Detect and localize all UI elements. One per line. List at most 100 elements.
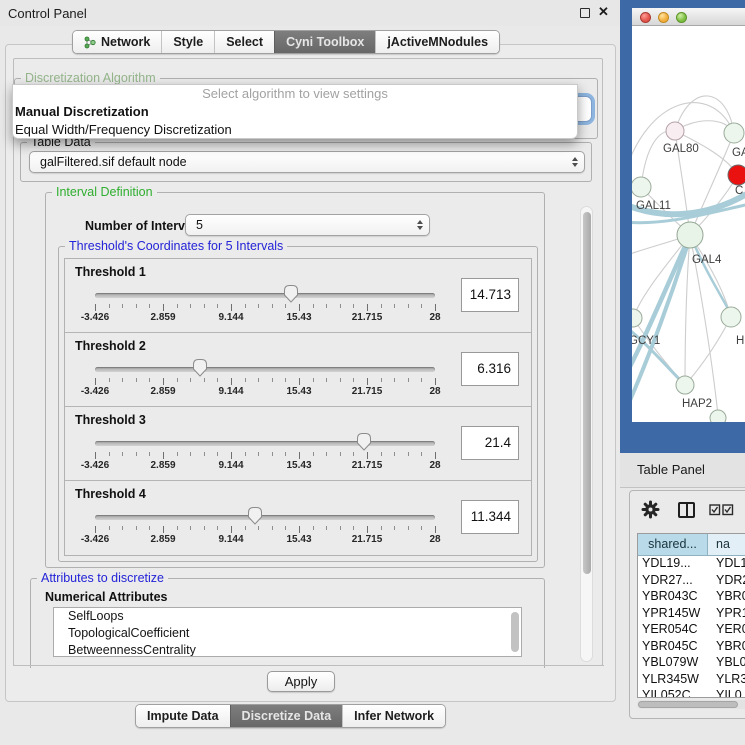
slider-tick	[313, 304, 314, 308]
slider-tick	[163, 526, 164, 533]
network-node[interactable]	[666, 122, 684, 140]
table-row[interactable]: YDR27...YDR2	[638, 573, 745, 590]
table-row[interactable]: YBR045CYBR0	[638, 639, 745, 656]
slider-tick	[204, 452, 205, 456]
threshold-value-field[interactable]: 21.4	[461, 426, 519, 460]
slider-tick	[122, 452, 123, 456]
column-header-shared-name[interactable]: shared...	[638, 534, 708, 556]
table-row[interactable]: YER054CYER0	[638, 622, 745, 639]
close-icon[interactable]: ✕	[598, 4, 609, 20]
slider-tick	[177, 304, 178, 308]
slider-tick	[217, 452, 218, 456]
close-traffic-light[interactable]	[640, 12, 651, 23]
slider-tick	[381, 452, 382, 456]
slider-track[interactable]	[95, 515, 435, 520]
slider-tick-label: -3.426	[65, 312, 125, 323]
slider-tick	[272, 452, 273, 456]
network-node[interactable]	[710, 410, 726, 422]
slider-tick	[435, 378, 436, 385]
network-node[interactable]	[677, 222, 703, 248]
slider-thumb[interactable]	[356, 432, 372, 452]
numerical-attributes-list[interactable]: SelfLoopsTopologicalCoefficientBetweenne…	[53, 607, 522, 657]
slider-tick	[149, 526, 150, 530]
slider-track[interactable]	[95, 441, 435, 446]
zoom-traffic-light[interactable]	[676, 12, 687, 23]
table-row[interactable]: YPR145WYPR1	[638, 606, 745, 623]
table-row[interactable]: YLR345WYLR3	[638, 672, 745, 689]
slider-tick	[245, 452, 246, 456]
tab-cyni-toolbox[interactable]: Cyni Toolbox	[274, 31, 375, 53]
slider-tick	[245, 378, 246, 382]
list-scrollbar-thumb[interactable]	[511, 612, 519, 652]
horizontal-scrollbar[interactable]	[637, 700, 745, 709]
select-checkboxes-icon[interactable]	[709, 504, 735, 516]
popup-item-manual-discretization[interactable]: Manual Discretization	[13, 103, 577, 121]
table-row[interactable]: YDL19...YDL1	[638, 556, 745, 573]
tab-select[interactable]: Select	[214, 31, 274, 53]
float-window-icon[interactable]	[580, 8, 590, 18]
table-data-combobox[interactable]: galFiltered.sif default node	[29, 151, 585, 173]
tab-jactivemnodules[interactable]: jActiveMNodules	[375, 31, 499, 53]
attribute-item[interactable]: TopologicalCoefficient	[54, 625, 521, 642]
threshold-value-field[interactable]: 14.713	[461, 278, 519, 312]
column-header-name[interactable]: na	[708, 534, 745, 556]
threshold-value-field[interactable]: 11.344	[461, 500, 519, 534]
gear-icon[interactable]	[641, 500, 660, 519]
algorithm-dropdown-popup: Select algorithm to view settings Manual…	[12, 84, 578, 139]
table-row[interactable]: YBR043CYBR0	[638, 589, 745, 606]
table-row[interactable]: YBL079WYBL0	[638, 655, 745, 672]
network-node[interactable]	[721, 307, 741, 327]
number-of-intervals-combobox[interactable]: 5	[185, 214, 430, 236]
network-node-label: GCY1	[632, 335, 660, 347]
network-node[interactable]	[728, 165, 745, 185]
tab-style[interactable]: Style	[161, 31, 214, 53]
attribute-item[interactable]: BetweennessCentrality	[54, 642, 521, 657]
minimize-traffic-light[interactable]	[658, 12, 669, 23]
network-node[interactable]	[632, 177, 651, 197]
vertical-scrollbar[interactable]	[580, 206, 593, 662]
stepper-arrows-icon[interactable]	[572, 157, 578, 167]
slider-tick	[408, 452, 409, 456]
slider-thumb[interactable]	[192, 358, 208, 378]
slider-tick	[394, 304, 395, 308]
slider-tick	[394, 526, 395, 530]
attribute-item[interactable]: SelfLoops	[54, 608, 521, 625]
tab-discretize-data[interactable]: Discretize Data	[230, 705, 343, 727]
network-canvas[interactable]: GAL80GALCGAL11GAL4GCY1HHAP2	[632, 26, 745, 422]
tab-label: Infer Network	[354, 709, 434, 723]
slider-tick	[136, 378, 137, 382]
tab-network[interactable]: Network	[73, 31, 161, 53]
slider-thumb[interactable]	[283, 284, 299, 304]
table-cell: YDR2	[708, 573, 745, 590]
tab-infer-network[interactable]: Infer Network	[342, 705, 445, 727]
popup-item-equal-width-frequency[interactable]: Equal Width/Frequency Discretization	[13, 121, 577, 139]
slider-track[interactable]	[95, 367, 435, 372]
slider-tick	[190, 378, 191, 382]
network-node-label: HAP2	[682, 398, 712, 410]
slider-tick	[163, 378, 164, 385]
apply-button[interactable]: Apply	[267, 671, 335, 692]
tab-label: Style	[173, 35, 203, 49]
slider-tick	[258, 526, 259, 530]
horizontal-scrollbar-thumb[interactable]	[638, 701, 738, 708]
tab-impute-data[interactable]: Impute Data	[136, 705, 230, 727]
table-row[interactable]: YIL052CYIL0	[638, 688, 745, 698]
slider-thumb[interactable]	[247, 506, 263, 526]
slider-tick	[285, 452, 286, 456]
threshold-value-field[interactable]: 6.316	[461, 352, 519, 386]
vertical-scrollbar-thumb[interactable]	[583, 212, 591, 574]
slider-tick	[177, 378, 178, 382]
network-node-label: GAL80	[663, 143, 699, 155]
network-node[interactable]	[632, 309, 642, 327]
slider-tick	[149, 304, 150, 308]
split-columns-icon[interactable]	[678, 502, 695, 518]
slider-tick-label: 15.43	[269, 312, 329, 323]
network-node[interactable]	[724, 123, 744, 143]
slider-tick	[353, 452, 354, 456]
network-node[interactable]	[676, 376, 694, 394]
popup-prompt-item[interactable]: Select algorithm to view settings	[13, 85, 577, 103]
network-window-titlebar[interactable]	[632, 8, 745, 26]
slider-track[interactable]	[95, 293, 435, 298]
stepper-arrows-icon[interactable]	[417, 220, 423, 230]
slider-tick	[381, 378, 382, 382]
